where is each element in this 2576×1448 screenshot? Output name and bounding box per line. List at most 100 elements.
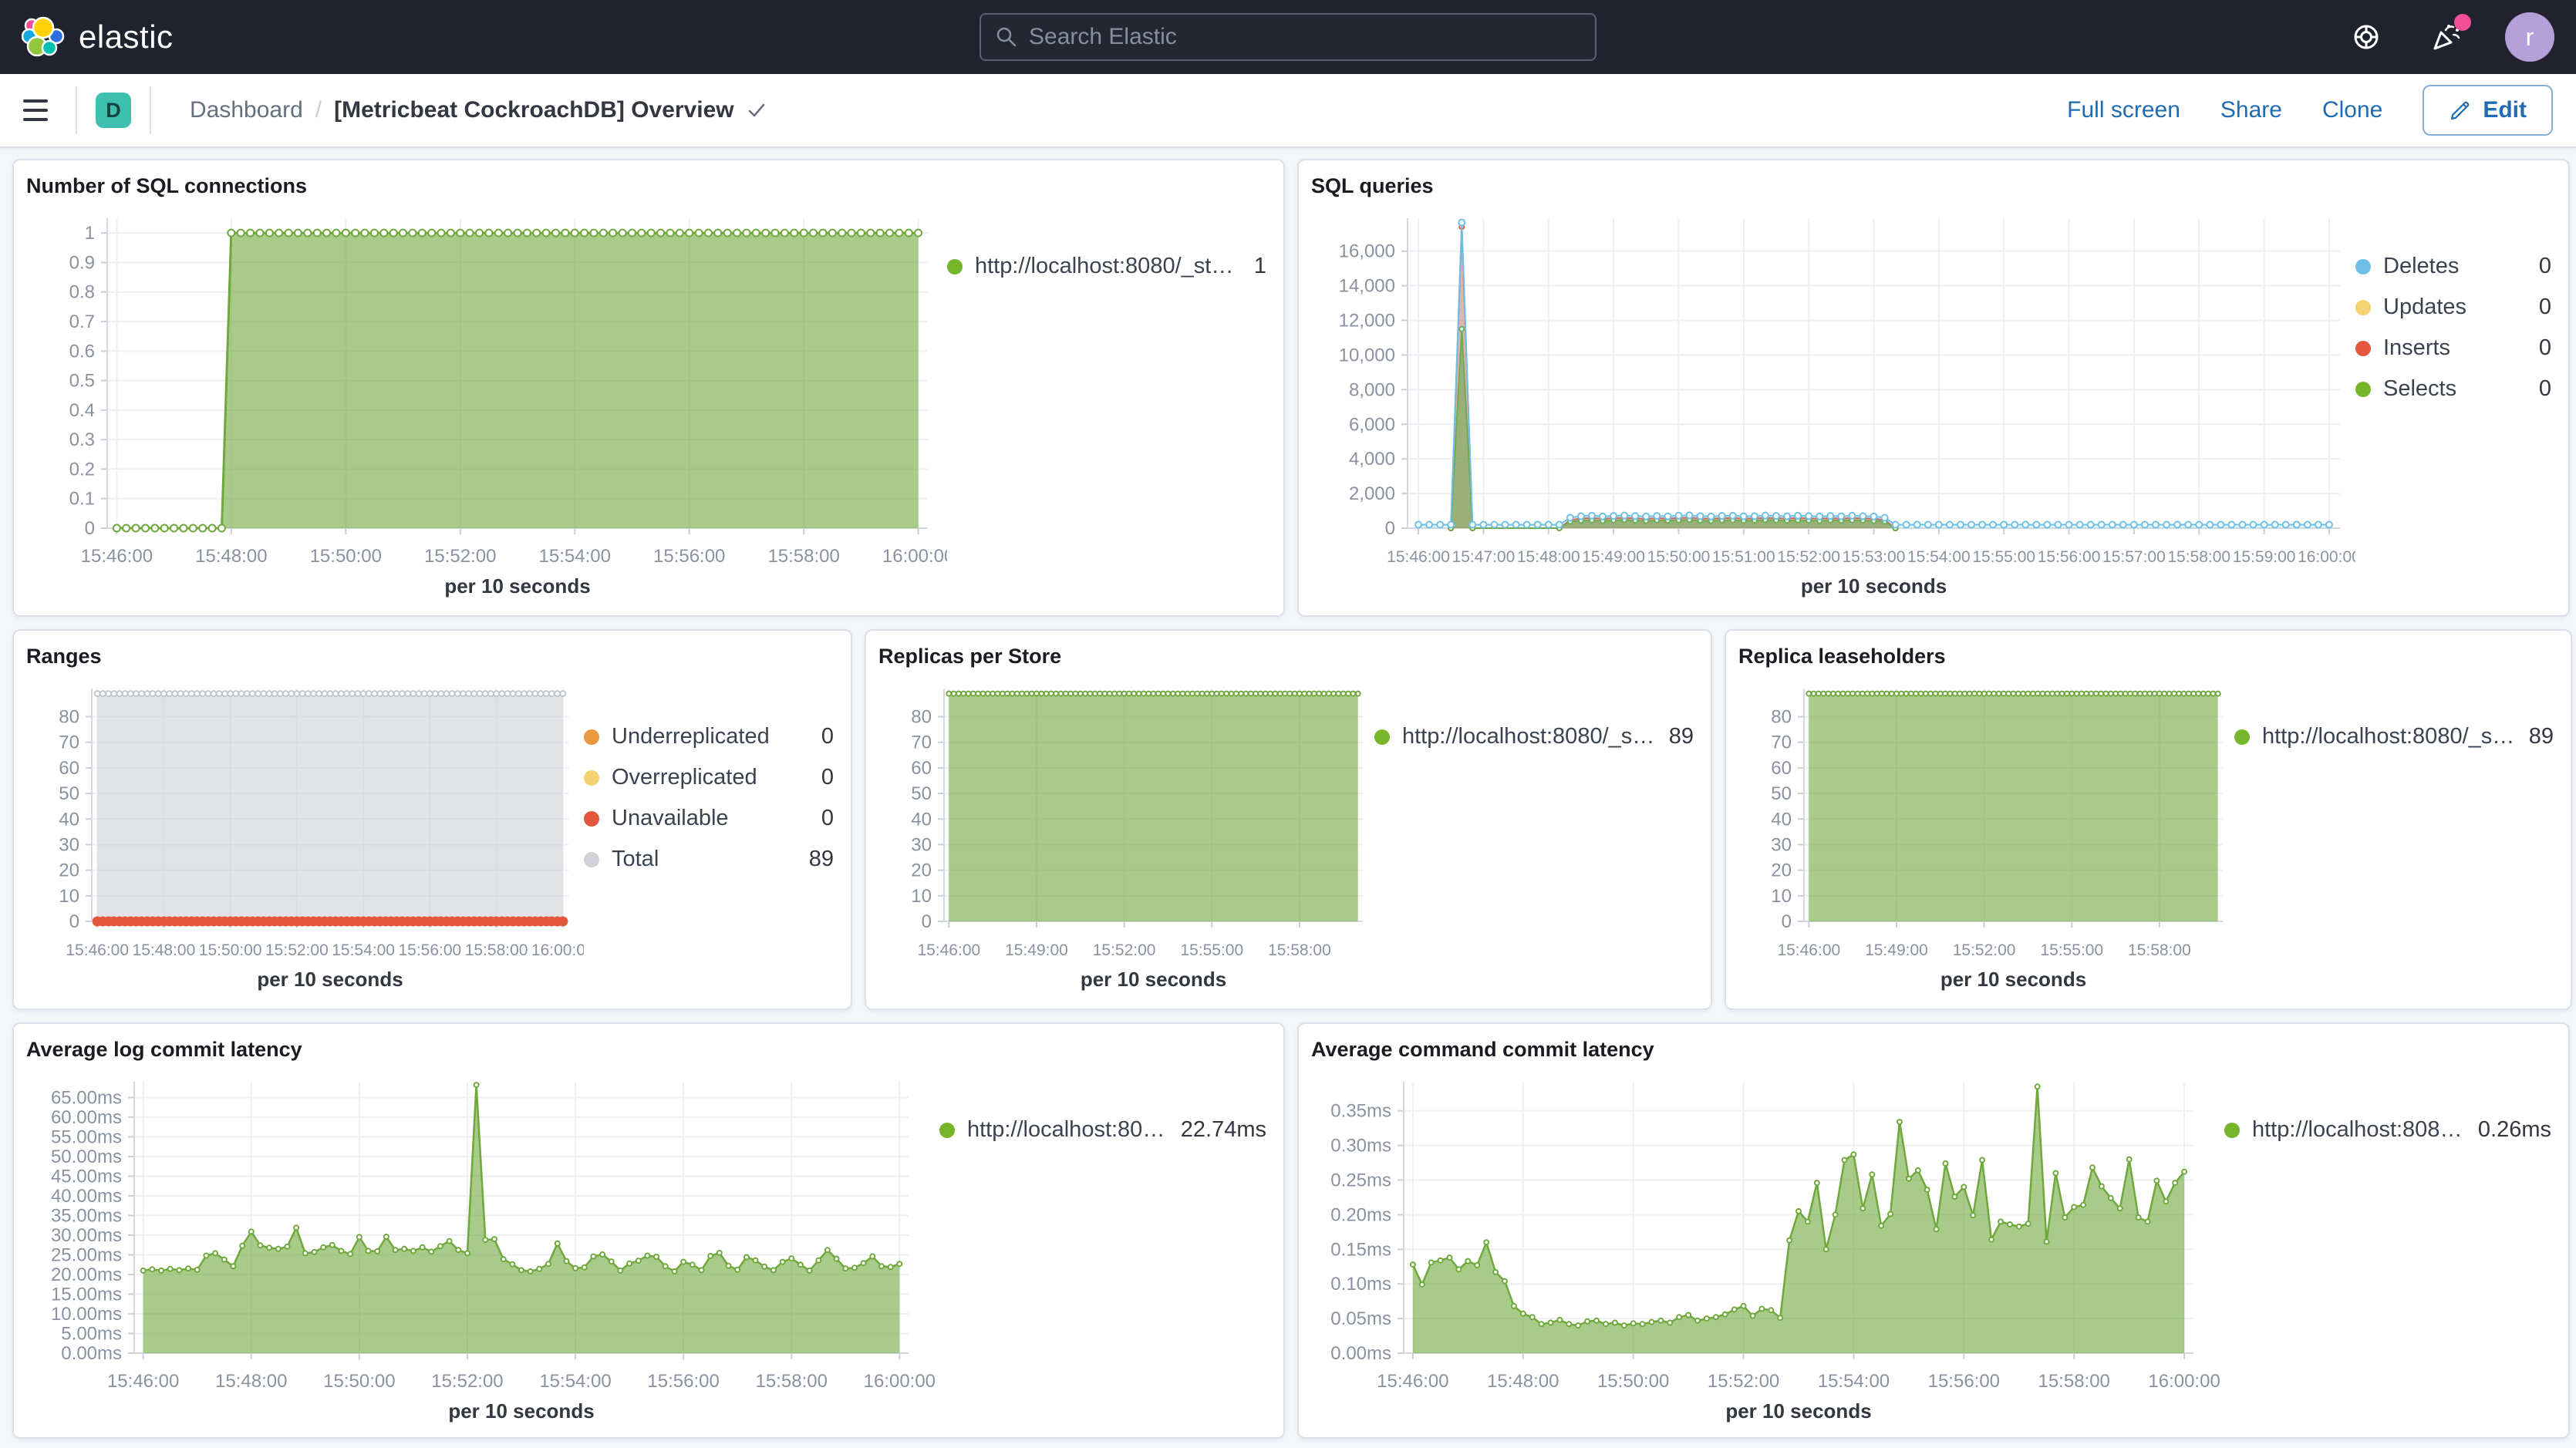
- panel-sql-connections: Number of SQL connections 00.10.20.30.40…: [12, 159, 1285, 617]
- legend-item[interactable]: http://localhost:8080/_sta...89: [2234, 724, 2554, 749]
- ranges-chart[interactable]: 0102030405060708015:46:0015:48:0015:50:0…: [26, 675, 584, 998]
- panel-title[interactable]: Replica leaseholders: [1738, 645, 2558, 668]
- legend-item[interactable]: Inserts0: [2355, 335, 2551, 361]
- svg-text:15:52:00: 15:52:00: [1953, 941, 2016, 959]
- user-avatar[interactable]: r: [2505, 12, 2554, 62]
- svg-text:0.15ms: 0.15ms: [1330, 1239, 1391, 1260]
- sql-connections-chart[interactable]: 00.10.20.30.40.50.60.70.80.9115:46:0015:…: [26, 204, 947, 605]
- replica-leaseholders-chart[interactable]: 0102030405060708015:46:0015:49:0015:52:0…: [1738, 675, 2234, 998]
- legend-series-dot: [2355, 259, 2371, 274]
- svg-text:10: 10: [59, 886, 79, 907]
- svg-text:16:00:00: 16:00:00: [882, 546, 947, 567]
- svg-text:15:46:00: 15:46:00: [81, 546, 153, 567]
- edit-button[interactable]: Edit: [2423, 85, 2553, 136]
- svg-text:0.9: 0.9: [69, 252, 95, 273]
- legend-series-value: 0: [2539, 295, 2551, 320]
- svg-text:15:55:00: 15:55:00: [1180, 941, 1243, 959]
- svg-text:40.00ms: 40.00ms: [51, 1186, 122, 1207]
- legend-item[interactable]: http://localhost:808...22.74ms: [939, 1117, 1266, 1143]
- svg-text:per 10 seconds: per 10 seconds: [444, 574, 590, 598]
- svg-text:12,000: 12,000: [1339, 311, 1395, 332]
- svg-text:10.00ms: 10.00ms: [51, 1304, 122, 1325]
- svg-text:per 10 seconds: per 10 seconds: [1725, 1399, 1871, 1423]
- clone-button[interactable]: Clone: [2322, 97, 2382, 123]
- breadcrumb-dashboard[interactable]: Dashboard: [190, 97, 303, 123]
- svg-text:0: 0: [922, 911, 932, 932]
- legend-item[interactable]: http://localhost:8080/_sta...89: [1374, 724, 1694, 749]
- command-commit-latency-chart[interactable]: 0.00ms0.05ms0.10ms0.15ms0.20ms0.25ms0.30…: [1311, 1068, 2224, 1430]
- replicas-per-store-chart[interactable]: 0102030405060708015:46:0015:49:0015:52:0…: [878, 675, 1374, 998]
- legend-item[interactable]: Updates 0: [2355, 295, 2551, 320]
- elastic-logo-icon: [22, 15, 65, 59]
- svg-text:15:48:00: 15:48:00: [215, 1371, 287, 1392]
- help-button[interactable]: [2345, 15, 2388, 59]
- page-title: [Metricbeat CockroachDB] Overview: [334, 97, 734, 123]
- legend-item[interactable]: Unavailable0: [584, 806, 834, 831]
- svg-text:30.00ms: 30.00ms: [51, 1225, 122, 1246]
- svg-text:0: 0: [1782, 911, 1792, 932]
- svg-text:15:46:00: 15:46:00: [917, 941, 980, 959]
- notification-dot: [2454, 14, 2471, 31]
- svg-text:0.8: 0.8: [69, 282, 95, 303]
- panel-ranges: Ranges 0102030405060708015:46:0015:48:00…: [12, 629, 852, 1010]
- legend-series-dot: [2355, 300, 2371, 315]
- panel-title[interactable]: SQL queries: [1311, 174, 2556, 198]
- legend-item[interactable]: Overreplicated0: [584, 765, 834, 790]
- svg-text:15:55:00: 15:55:00: [1972, 548, 2035, 566]
- svg-text:0: 0: [85, 518, 95, 539]
- legend-item[interactable]: Selects0: [2355, 376, 2551, 402]
- panel-title[interactable]: Average log commit latency: [26, 1038, 1271, 1062]
- legend-series-label: Selects: [2383, 376, 2456, 402]
- legend-item[interactable]: Underreplicated0: [584, 724, 834, 749]
- legend-series-value: 89: [809, 847, 834, 872]
- svg-text:per 10 seconds: per 10 seconds: [448, 1399, 594, 1423]
- legend-item[interactable]: http://localhost:8080/_stat...1: [947, 254, 1266, 279]
- newsfeed-button[interactable]: [2425, 15, 2468, 59]
- svg-text:15:46:00: 15:46:00: [1777, 941, 1840, 959]
- panel-title[interactable]: Ranges: [26, 645, 838, 668]
- svg-text:50.00ms: 50.00ms: [51, 1147, 122, 1167]
- legend-series-dot: [584, 729, 599, 745]
- svg-text:15:47:00: 15:47:00: [1452, 548, 1516, 566]
- svg-text:40: 40: [59, 809, 79, 830]
- chart-legend: http://localhost:8080/_stat...1: [947, 204, 1271, 605]
- legend-series-label: Overreplicated: [612, 765, 757, 790]
- svg-text:per 10 seconds: per 10 seconds: [257, 968, 403, 991]
- panel-log-commit-latency: Average log commit latency 0.00ms5.00ms1…: [12, 1022, 1285, 1439]
- panel-title[interactable]: Number of SQL connections: [26, 174, 1271, 198]
- svg-text:65.00ms: 65.00ms: [51, 1087, 122, 1108]
- full-screen-button[interactable]: Full screen: [2067, 97, 2180, 123]
- legend-item[interactable]: Deletes0: [2355, 254, 2551, 279]
- panel-title[interactable]: Replicas per Store: [878, 645, 1698, 668]
- legend-series-value: 89: [1669, 724, 1694, 749]
- check-icon[interactable]: [747, 100, 767, 120]
- svg-text:70: 70: [911, 732, 932, 753]
- panel-title[interactable]: Average command commit latency: [1311, 1038, 2556, 1062]
- svg-text:15:56:00: 15:56:00: [1928, 1371, 2000, 1392]
- sql-queries-chart[interactable]: 02,0004,0006,0008,00010,00012,00014,0001…: [1311, 204, 2355, 605]
- space-badge[interactable]: D: [96, 93, 131, 128]
- svg-text:25.00ms: 25.00ms: [51, 1244, 122, 1265]
- svg-text:30: 30: [59, 834, 79, 855]
- svg-text:0.7: 0.7: [69, 311, 95, 332]
- elastic-logo[interactable]: elastic: [22, 15, 174, 59]
- log-commit-latency-chart[interactable]: 0.00ms5.00ms10.00ms15.00ms20.00ms25.00ms…: [26, 1068, 939, 1430]
- legend-item[interactable]: Total 89: [584, 847, 834, 872]
- legend-series-label: Total: [612, 847, 659, 872]
- svg-text:15:50:00: 15:50:00: [323, 1371, 395, 1392]
- svg-text:15:57:00: 15:57:00: [2102, 548, 2166, 566]
- svg-text:80: 80: [911, 707, 932, 728]
- legend-series-label: http://localhost:808...: [967, 1117, 1168, 1143]
- legend-series-dot: [584, 770, 599, 786]
- share-button[interactable]: Share: [2220, 97, 2282, 123]
- svg-text:10: 10: [911, 886, 932, 907]
- menu-button[interactable]: [23, 99, 57, 121]
- legend-series-label: Updates: [2383, 295, 2466, 320]
- search-input[interactable]: [1029, 24, 1581, 50]
- life-ring-icon: [2351, 22, 2382, 52]
- legend-item[interactable]: http://localhost:8080...0.26ms: [2224, 1117, 2551, 1143]
- svg-text:0.1: 0.1: [69, 489, 95, 510]
- svg-text:15:48:00: 15:48:00: [195, 546, 267, 567]
- global-search[interactable]: [979, 13, 1597, 61]
- svg-text:15:46:00: 15:46:00: [1377, 1371, 1448, 1392]
